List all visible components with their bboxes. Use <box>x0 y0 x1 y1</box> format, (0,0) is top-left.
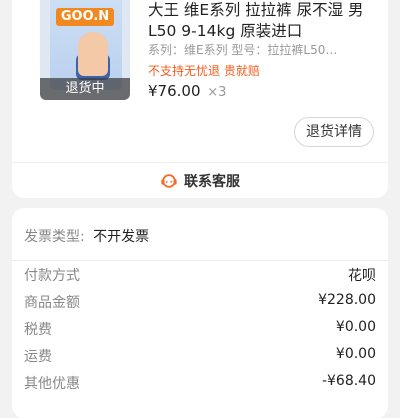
return-status-overlay: 退货中 <box>40 78 130 100</box>
shipping-fee-row: 运费 ¥0.00 <box>24 346 376 366</box>
product-spec: 系列：维E系列 型号：拉拉裤L50… <box>148 43 338 57</box>
invoice-type-value: 不开发票 <box>93 229 150 245</box>
fee-label: 付款方式 <box>24 268 80 284</box>
invoice-type-label: 发票类型: <box>24 229 85 245</box>
brand-logo: GOO.N <box>56 8 114 26</box>
product-price: ¥76.00 ×3 <box>148 82 226 100</box>
order-item-card: GOO.N 退货中 大王 维E系列 拉拉裤 尿不湿 男L50 9-14kg 原装… <box>12 0 388 198</box>
fee-label: 运费 <box>24 349 52 365</box>
return-policy-warning: 不支持无忧退 贵就赔 <box>148 64 260 78</box>
goods-amount-row: 商品金额 ¥228.00 <box>24 292 376 312</box>
tax-row: 税费 ¥0.00 <box>24 319 376 339</box>
product-title[interactable]: 大王 维E系列 拉拉裤 尿不湿 男L50 9-14kg 原装进口 <box>148 0 374 42</box>
fee-value: 花呗 <box>348 268 376 284</box>
payment-method-row: 付款方式 花呗 <box>24 265 376 285</box>
fee-label: 税费 <box>24 322 52 338</box>
other-discount-row: 其他优惠 -¥68.40 <box>24 373 376 393</box>
contact-customer-service-button[interactable]: 联系客服 <box>12 163 388 198</box>
refund-detail-button[interactable]: 退货详情 <box>294 117 374 147</box>
order-summary-card: 发票类型: 不开发票 付款方式 花呗 商品金额 ¥228.00 税费 ¥0.00… <box>12 208 388 418</box>
fee-value: ¥0.00 <box>335 346 376 362</box>
product-thumbnail[interactable]: GOO.N 退货中 <box>40 0 130 100</box>
baby-face-illustration <box>78 32 108 76</box>
fee-label: 商品金额 <box>24 295 80 311</box>
customer-service-icon <box>161 173 177 188</box>
divider <box>12 260 388 261</box>
quantity: ×3 <box>207 85 227 100</box>
fee-value: -¥68.40 <box>321 373 376 389</box>
fee-value: ¥228.00 <box>318 292 376 308</box>
fee-label: 其他优惠 <box>24 376 80 392</box>
invoice-type-row[interactable]: 发票类型: 不开发票 <box>24 226 149 246</box>
customer-service-label: 联系客服 <box>184 173 240 190</box>
fee-value: ¥0.00 <box>335 319 376 335</box>
price-value: ¥76.00 <box>148 82 201 100</box>
